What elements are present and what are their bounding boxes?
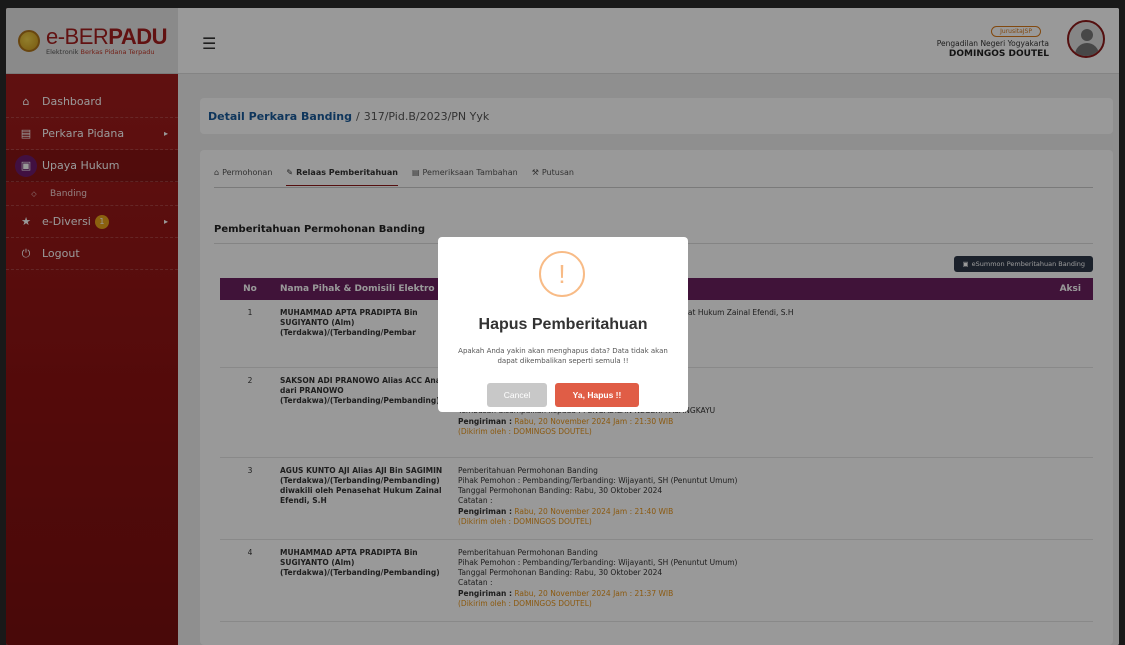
dialog-title: Hapus Pemberitahuan	[478, 316, 648, 333]
delete-confirm-dialog: ! Hapus Pemberitahuan Apakah Anda yakin …	[438, 237, 688, 412]
dialog-message: Apakah Anda yakin akan menghapus data? D…	[458, 347, 668, 365]
confirm-delete-button[interactable]: Ya, Hapus !!	[555, 383, 639, 407]
cancel-button[interactable]: Cancel	[487, 383, 547, 407]
dialog-buttons: Cancel Ya, Hapus !!	[438, 383, 688, 407]
warning-icon: !	[539, 251, 585, 297]
